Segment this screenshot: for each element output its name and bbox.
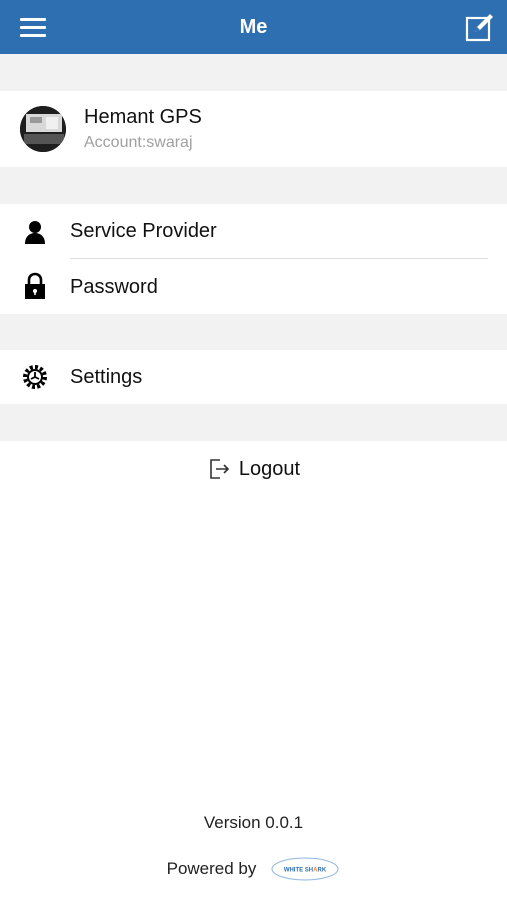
menu-item-label: Service Provider	[70, 220, 217, 242]
menu-item-label: Password	[70, 276, 158, 298]
powered-by: Powered by WHITE SHARK	[0, 855, 507, 883]
me-screen: Me Hemant GPS Account:swaraj Service Pro…	[0, 0, 507, 900]
page-title: Me	[239, 16, 268, 38]
section-spacer	[0, 54, 507, 91]
logout-label: Logout	[238, 457, 301, 480]
logout-icon	[207, 457, 231, 481]
profile-name: Hemant GPS	[84, 106, 202, 128]
menu-item-service-provider[interactable]: Service Provider	[0, 204, 507, 259]
profile-card[interactable]: Hemant GPS Account:swaraj	[0, 91, 507, 167]
section-spacer	[0, 314, 507, 350]
menu-item-label: Settings	[70, 366, 143, 388]
powered-by-label: Powered by	[166, 859, 257, 878]
top-bar: Me	[0, 0, 507, 54]
version-text: Version 0.0.1	[203, 813, 304, 832]
lock-icon	[22, 272, 48, 299]
section-spacer	[0, 167, 507, 204]
section-spacer	[0, 404, 507, 441]
avatar	[20, 106, 66, 152]
menu-item-settings[interactable]: Settings	[0, 350, 507, 404]
svg-text:WHITE SHARK: WHITE SHARK	[284, 868, 327, 874]
gear-icon	[22, 364, 48, 390]
white-shark-logo: WHITE SHARK	[270, 855, 340, 883]
person-icon	[22, 219, 48, 245]
logout-button[interactable]: Logout	[0, 441, 507, 497]
edit-icon[interactable]	[465, 12, 495, 42]
profile-account: Account:swaraj	[84, 134, 193, 151]
menu-item-password[interactable]: Password	[0, 259, 507, 314]
